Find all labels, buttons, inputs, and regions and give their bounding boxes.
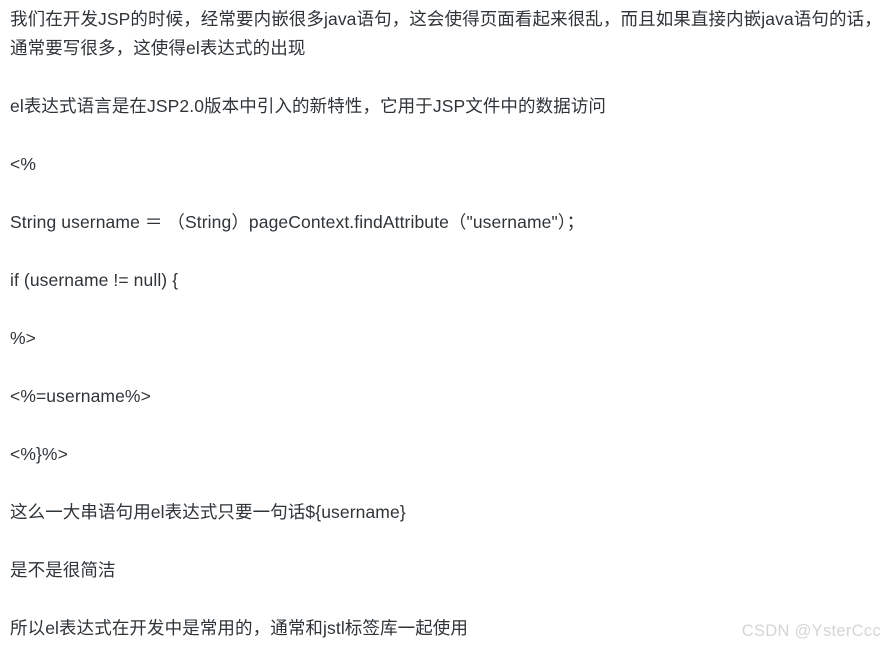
article-body: 我们在开发JSP的时候，经常要内嵌很多java语句，这会使得页面看起来很乱，而且… [0,0,895,643]
code-line-find-attribute: String username ＝ （String）pageContext.fi… [10,212,585,232]
paragraph-definition: el表达式语言是在JSP2.0版本中引入的新特性，它用于JSP文件中的数据访问 [10,96,607,116]
code-line-expression-output: <%=username%> [10,386,151,406]
csdn-watermark: CSDN @YsterCcc [741,622,881,640]
paragraph-question-concise: 是不是很简洁 [10,560,116,580]
code-line-if-statement: if (username != null) { [10,270,179,290]
paragraph-el-one-liner: 这么一大串语句用el表达式只要一句话${username} [10,502,406,522]
code-line-open-scriptlet: <% [10,154,36,174]
code-line-close-scriptlet: %> [10,328,36,348]
code-line-close-brace-scriptlet: <%}%> [10,444,68,464]
paragraph-intro: 我们在开发JSP的时候，经常要内嵌很多java语句，这会使得页面看起来很乱，而且… [10,9,882,58]
